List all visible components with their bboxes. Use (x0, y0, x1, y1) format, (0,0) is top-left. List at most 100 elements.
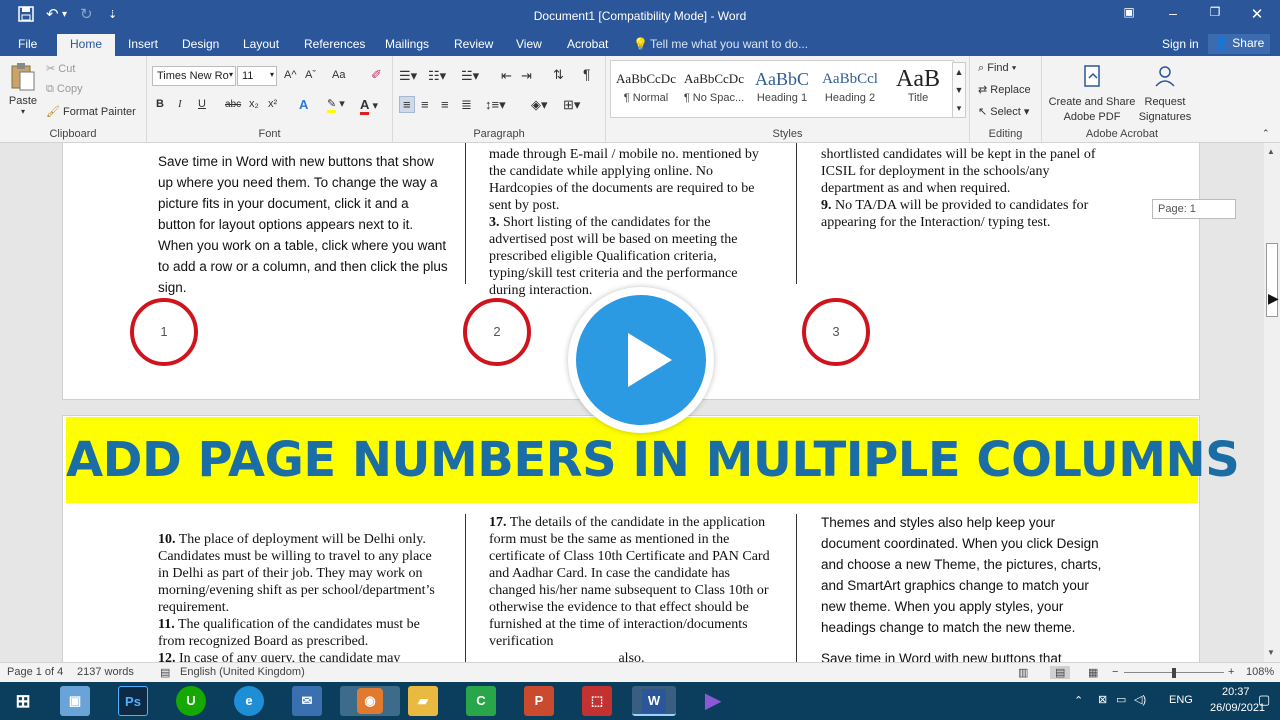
close-icon[interactable]: ✕ (1242, 5, 1272, 23)
italic-button[interactable]: I (178, 98, 182, 110)
video-play-button[interactable] (568, 287, 714, 433)
tray-chevron-icon[interactable]: ⌃ (1074, 694, 1083, 707)
maximize-icon[interactable]: ❐ (1200, 5, 1230, 19)
format-painter-button[interactable]: 🖌 Format Painter (46, 105, 136, 118)
page-count[interactable]: Page 1 of 4 (7, 666, 63, 678)
tab-file[interactable]: File (18, 37, 37, 51)
network-icon[interactable]: ⊠ (1098, 693, 1107, 706)
multilevel-list-icon[interactable]: ☱▾ (461, 68, 479, 84)
read-mode-icon[interactable]: ▥ (1018, 666, 1028, 679)
underline-button[interactable]: U (198, 98, 206, 110)
tab-review[interactable]: Review (454, 37, 493, 51)
increase-indent-icon[interactable]: ⇥ (521, 68, 532, 84)
decrease-indent-icon[interactable]: ⇤ (501, 68, 512, 84)
word-count[interactable]: 2137 words (77, 666, 134, 678)
scroll-down-icon[interactable]: ▼ (1267, 648, 1275, 657)
style-title[interactable]: AaB Title (884, 62, 952, 116)
align-left-icon[interactable]: ≡ (399, 96, 415, 113)
tab-insert[interactable]: Insert (128, 37, 158, 51)
edge-icon[interactable]: e (234, 686, 264, 716)
font-size-combo[interactable]: 11 ▾ (237, 66, 277, 86)
page1-column-2-text[interactable]: made through E-mail / mobile no. mention… (489, 146, 759, 299)
line-spacing-icon[interactable]: ↕≡▾ (485, 97, 506, 113)
tell-me-search[interactable]: Tell me what you want to do... (650, 37, 808, 51)
volume-icon[interactable]: ◁) (1134, 693, 1146, 706)
language-icon[interactable]: ENG (1169, 694, 1193, 706)
replace-button[interactable]: ⇄ Replace (978, 83, 1031, 96)
vs-icon[interactable]: ▶ (698, 686, 728, 716)
strikethrough-button[interactable]: abc (225, 99, 241, 110)
sort-icon[interactable]: ⇅ (553, 67, 564, 83)
recorder-icon[interactable]: ◉ (340, 686, 400, 716)
font-name-combo[interactable]: Times New Ro ▾ (152, 66, 236, 86)
page2-column-2-text[interactable]: 17. The details of the candidate in the … (489, 514, 774, 662)
style-heading-1[interactable]: AaBbC Heading 1 (748, 62, 816, 116)
text-effects-icon[interactable]: A (299, 97, 308, 112)
tab-acrobat[interactable]: Acrobat (567, 37, 608, 51)
page1-column-3-text[interactable]: shortlisted candidates will be kept in t… (821, 146, 1101, 231)
mail-icon[interactable]: ✉ (292, 686, 322, 716)
camtasia-icon[interactable]: C (466, 686, 496, 716)
page2-column-1-text[interactable]: 10. The place of deployment will be Delh… (158, 531, 443, 662)
superscript-button[interactable]: x² (268, 98, 277, 110)
style-normal[interactable]: AaBbCcDc ¶ Normal (612, 62, 680, 116)
zoom-out-icon[interactable]: − (1112, 666, 1118, 678)
grow-font-button[interactable]: A^ (284, 69, 297, 81)
create-share-pdf-button[interactable]: Create and Share Adobe PDF (1046, 64, 1138, 125)
font-color-icon[interactable]: A ▾ (360, 97, 378, 115)
page1-column-1-text[interactable]: Save time in Word with new buttons that … (158, 151, 448, 298)
tab-layout[interactable]: Layout (243, 37, 279, 51)
justify-icon[interactable]: ≣ (461, 97, 472, 113)
scroll-up-icon[interactable]: ▲ (1267, 147, 1275, 156)
battery-icon[interactable]: ▭ (1116, 693, 1126, 706)
photoshop-icon[interactable]: Ps (118, 686, 148, 716)
change-case-button[interactable]: Aa (332, 69, 345, 81)
borders-icon[interactable]: ⊞▾ (563, 97, 580, 113)
print-layout-icon[interactable]: ▤ (1050, 666, 1071, 679)
zoom-in-icon[interactable]: + (1228, 666, 1234, 678)
clock-time[interactable]: 20:37 (1222, 686, 1250, 698)
word-icon[interactable]: W (632, 686, 676, 716)
style-heading-2[interactable]: AaBbCcl Heading 2 (816, 62, 884, 116)
request-signatures-button[interactable]: Request Signatures (1138, 64, 1192, 125)
subscript-button[interactable]: x₂ (249, 98, 259, 110)
tab-mailings[interactable]: Mailings (385, 37, 429, 51)
vertical-scrollbar[interactable]: ▲ ▼ (1264, 143, 1280, 662)
style-no-spacing[interactable]: AaBbCcDc ¶ No Spac... (680, 62, 748, 116)
tab-home[interactable]: Home (57, 34, 116, 56)
share-button[interactable]: 👤 Share (1208, 34, 1271, 54)
shrink-font-button[interactable]: Aˇ (305, 69, 316, 81)
bold-button[interactable]: B (156, 98, 164, 110)
tab-references[interactable]: References (304, 37, 365, 51)
zoom-level[interactable]: 108% (1246, 666, 1274, 678)
ribbon-display-icon[interactable]: ▣ (1114, 5, 1144, 19)
proofing-icon[interactable]: ▤ (160, 666, 170, 679)
bullets-icon[interactable]: ☰▾ (399, 68, 417, 84)
align-right-icon[interactable]: ≡ (441, 97, 449, 112)
tab-design[interactable]: Design (182, 37, 219, 51)
align-center-icon[interactable]: ≡ (421, 97, 429, 112)
powerpoint-icon[interactable]: P (524, 686, 554, 716)
notifications-icon[interactable]: ▢ (1258, 692, 1270, 708)
shading-icon[interactable]: ◈▾ (531, 97, 548, 113)
sign-in-link[interactable]: Sign in (1162, 37, 1199, 51)
pdf-icon[interactable]: ⬚ (582, 686, 612, 716)
page2-column-3-text[interactable]: Themes and styles also help keep your do… (821, 512, 1106, 662)
control-panel-icon[interactable]: ▣ (60, 686, 90, 716)
minimize-icon[interactable]: – (1158, 5, 1188, 21)
collapse-ribbon-icon[interactable]: ⌃ (1262, 128, 1270, 139)
styles-scroll-buttons[interactable]: ▲ ▼ ▾ (952, 62, 966, 118)
zoom-slider-thumb[interactable] (1172, 668, 1176, 678)
find-button[interactable]: ⌕ Find ▾ (978, 62, 1016, 75)
numbering-icon[interactable]: ☷▾ (428, 68, 446, 84)
copy-button[interactable]: ⧉ Copy (46, 83, 83, 96)
tab-view[interactable]: View (516, 37, 542, 51)
windows-icon[interactable]: ⊞ (8, 686, 38, 716)
web-layout-icon[interactable]: ▦ (1088, 666, 1098, 679)
select-button[interactable]: ↖ Select ▾ (978, 105, 1029, 118)
cut-button[interactable]: ✂ Cut (46, 62, 75, 75)
clear-formatting-icon[interactable]: ✐ (371, 67, 382, 83)
paste-button[interactable]: Paste ▾ (6, 62, 40, 116)
clock-date[interactable]: 26/09/2021 (1210, 702, 1265, 714)
show-marks-icon[interactable]: ¶ (583, 66, 591, 82)
